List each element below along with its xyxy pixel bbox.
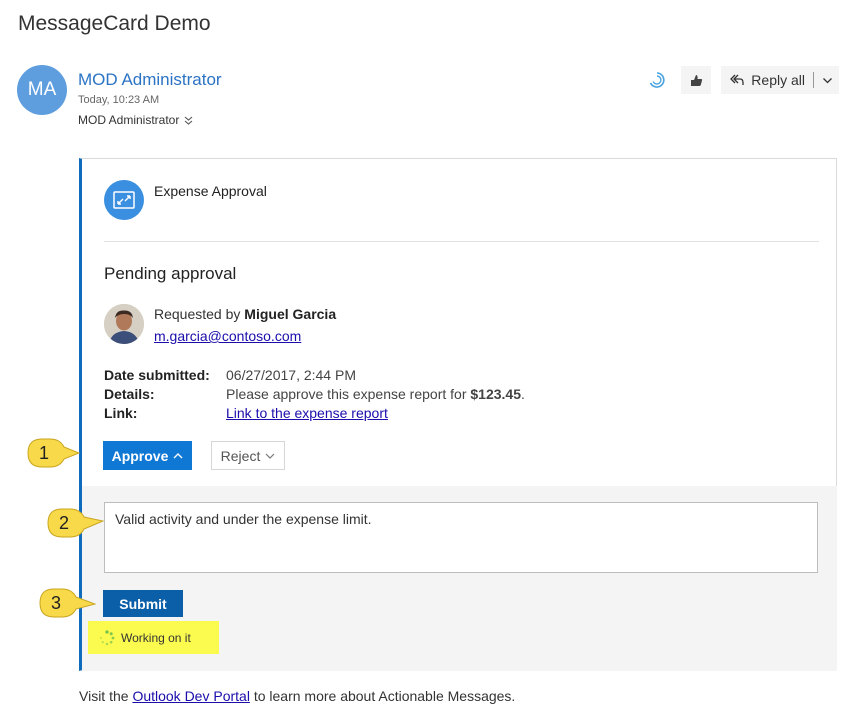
callout-number: 1 [38, 443, 49, 463]
fact-key: Date submitted: [104, 367, 210, 383]
message-actions: Reply all [643, 66, 839, 94]
thumbs-up-icon [691, 75, 703, 86]
expense-report-link[interactable]: Link to the expense report [226, 405, 388, 421]
like-button[interactable] [681, 66, 712, 94]
fact-key: Details: [104, 386, 155, 402]
requester-email-link[interactable]: m.garcia@contoso.com [154, 328, 301, 344]
email-reading-pane: MessageCard Demo MA MOD Administrator To… [0, 0, 855, 723]
details-text: Please approve this expense report for [226, 386, 467, 402]
fact-row: Link: Link to the expense report [104, 404, 525, 423]
approve-label: Approve [111, 447, 169, 464]
requested-by: Requested by Miguel Garcia [154, 306, 336, 322]
card-heading: Pending approval [104, 264, 237, 283]
footer-prefix: Visit the [79, 688, 129, 704]
working-status: Working on it [88, 621, 219, 654]
requester-name: Miguel Garcia [244, 306, 337, 322]
sender-name[interactable]: MOD Administrator [78, 70, 222, 90]
email-subject: MessageCard Demo [18, 12, 211, 35]
chevron-down-icon[interactable] [822, 75, 833, 86]
fact-row: Details: Please approve this expense rep… [104, 385, 525, 404]
reply-all-button[interactable]: Reply all [721, 66, 839, 94]
working-label: Working on it [121, 630, 191, 645]
double-chevron-down-icon [185, 116, 193, 125]
recipient-line[interactable]: MOD Administrator [78, 113, 193, 127]
comment-input[interactable]: Valid activity and under the expense lim… [104, 502, 818, 573]
submit-button[interactable]: Submit [103, 590, 183, 617]
footer-suffix: to learn more about Actionable Messages. [253, 688, 516, 704]
sender-avatar[interactable]: MA [17, 65, 67, 115]
fact-key: Link: [104, 405, 138, 421]
approve-button[interactable]: Approve [103, 441, 192, 470]
fact-value: Link to the expense report [226, 404, 388, 423]
callout-2: 2 [44, 507, 104, 539]
message-card: Expense Approval Pending approval Reques… [79, 158, 837, 671]
cortana-icon [650, 72, 665, 88]
fact-value: Please approve this expense report for $… [226, 385, 525, 404]
fact-set: Date submitted: 06/27/2017, 2:44 PM Deta… [104, 366, 525, 423]
details-amount: $123.45 [470, 386, 521, 402]
reply-all-label: Reply all [751, 72, 805, 88]
card-title: Expense Approval [154, 183, 267, 199]
chevron-down-icon [265, 453, 275, 459]
dev-portal-link[interactable]: Outlook Dev Portal [132, 688, 250, 704]
spinner-icon [100, 629, 115, 645]
fact-value: 06/27/2017, 2:44 PM [226, 367, 356, 383]
divider [104, 241, 819, 242]
sent-time: Today, 10:23 AM [78, 94, 160, 106]
callout-number: 2 [58, 513, 69, 533]
approve-action-pane: Valid activity and under the expense lim… [82, 486, 837, 671]
recipient-name: MOD Administrator [78, 113, 180, 127]
callout-1: 1 [24, 437, 80, 469]
chevron-up-icon [173, 452, 183, 458]
expand-icon [104, 180, 144, 220]
footer-text: Visit the Outlook Dev Portal to learn mo… [79, 688, 515, 704]
reply-all-icon [730, 74, 744, 85]
cortana-button[interactable] [643, 66, 671, 94]
callout-number: 3 [50, 593, 61, 613]
callout-3: 3 [36, 587, 96, 619]
reject-button[interactable]: Reject [211, 441, 285, 470]
reject-label: Reject [220, 447, 261, 464]
requested-prefix: Requested by [154, 306, 241, 322]
button-separator [813, 72, 814, 88]
requester-photo [104, 304, 144, 344]
fact-row: Date submitted: 06/27/2017, 2:44 PM [104, 366, 525, 385]
details-suffix: . [520, 386, 525, 402]
